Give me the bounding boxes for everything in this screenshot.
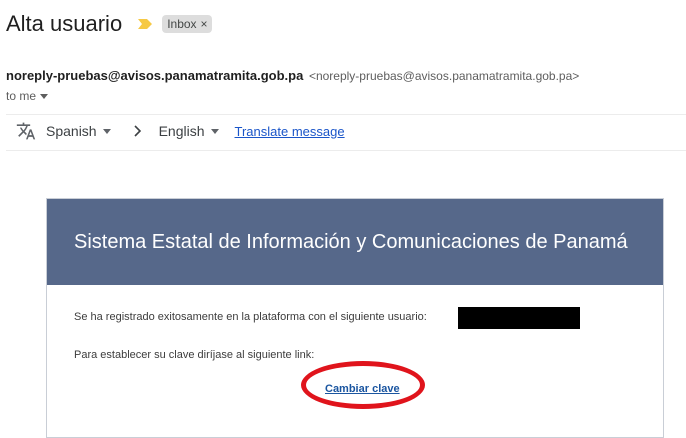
remove-label-icon[interactable]: × [201,17,208,31]
instruction-text: Para establecer su clave diríjase al sig… [74,349,315,361]
chevron-down-icon [40,93,49,99]
sender-name: noreply-pruebas@avisos.panamatramita.gob… [6,68,304,83]
target-language-label: English [158,123,205,139]
divider [6,150,686,151]
divider [6,114,686,115]
chevron-down-icon [102,129,111,134]
inbox-label-text: Inbox [167,17,197,31]
email-subject: Alta usuario [6,11,123,36]
change-password-link[interactable]: Cambiar clave [325,383,400,395]
translate-bar: Spanish English Translate message [16,120,345,142]
email-body-card: Sistema Estatal de Información y Comunic… [46,198,664,438]
recipient-details-toggle[interactable]: to me [6,89,49,103]
target-language-select[interactable]: English [159,123,219,139]
sender-email: <noreply-pruebas@avisos.panamatramita.go… [308,69,580,83]
chevron-down-icon [210,129,219,134]
redacted-username [458,307,580,329]
source-language-select[interactable]: Spanish [46,123,111,139]
email-header-title: Sistema Estatal de Información y Comunic… [74,230,628,253]
recipient-text: to me [6,89,37,103]
translate-icon [16,122,36,140]
inbox-label-chip: Inbox × [162,15,212,33]
email-header-banner: Sistema Estatal de Información y Comunic… [47,199,663,285]
sender-row: noreply-pruebas@avisos.panamatramita.gob… [6,68,579,83]
label-important-icon[interactable] [136,17,154,31]
translate-message-link[interactable]: Translate message [235,124,345,139]
registration-text: Se ha registrado exitosamente en la plat… [74,311,427,323]
subject-row: Alta usuario Inbox × [6,9,212,39]
source-language-label: Spanish [46,123,97,139]
chevron-right-icon [134,125,141,137]
